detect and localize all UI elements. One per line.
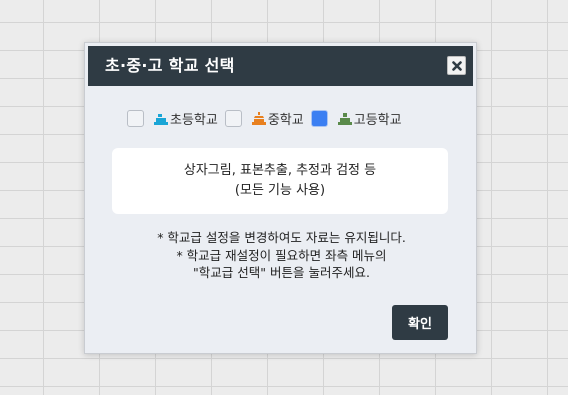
middle-checkbox[interactable] [224, 110, 242, 127]
dialog-title: 초·중·고 학교 선택 [105, 56, 235, 75]
option-high[interactable]: 고등학교 [310, 109, 402, 128]
high-label: 고등학교 [353, 113, 402, 128]
school-level-options: 초등학교 중학교 고등학교 [127, 109, 409, 128]
feature-info-line: 상자그림, 표본추출, 추정과 검정 등 [183, 163, 377, 178]
school-icon [154, 113, 168, 125]
feature-info-box: 상자그림, 표본추출, 추정과 검정 등 (모든 기능 사용) [112, 148, 448, 214]
elementary-checkbox[interactable] [127, 110, 144, 127]
school-icon [251, 111, 266, 125]
note-line: * 학교급 재설정이 필요하면 좌측 메뉴의 [176, 247, 387, 263]
school-icon [337, 112, 352, 125]
elementary-label: 초등학교 [170, 113, 218, 128]
middle-label: 중학교 [267, 113, 304, 128]
close-icon [451, 60, 462, 71]
note-line: "학교급 선택" 버튼을 눌러주세요. [193, 265, 370, 280]
option-middle[interactable]: 중학교 [224, 109, 304, 128]
feature-info-subline: (모든 기능 사용) [234, 183, 326, 198]
note-line: * 학교급 설정을 변경하여도 자료는 유지됩니다. [157, 230, 406, 245]
school-select-dialog: 초·중·고 학교 선택 초등학교 중학교 고등학교 상자그림, 표본추출, 추정… [84, 42, 477, 354]
option-elementary[interactable]: 초등학교 [127, 109, 218, 128]
confirm-button[interactable]: 확인 [392, 305, 448, 340]
dialog-notes: * 학교급 설정을 변경하여도 자료는 유지됩니다. * 학교급 재설정이 필요… [85, 229, 478, 282]
high-checkbox[interactable] [310, 110, 328, 127]
close-button[interactable] [447, 56, 466, 75]
dialog-header: 초·중·고 학교 선택 [88, 46, 473, 86]
